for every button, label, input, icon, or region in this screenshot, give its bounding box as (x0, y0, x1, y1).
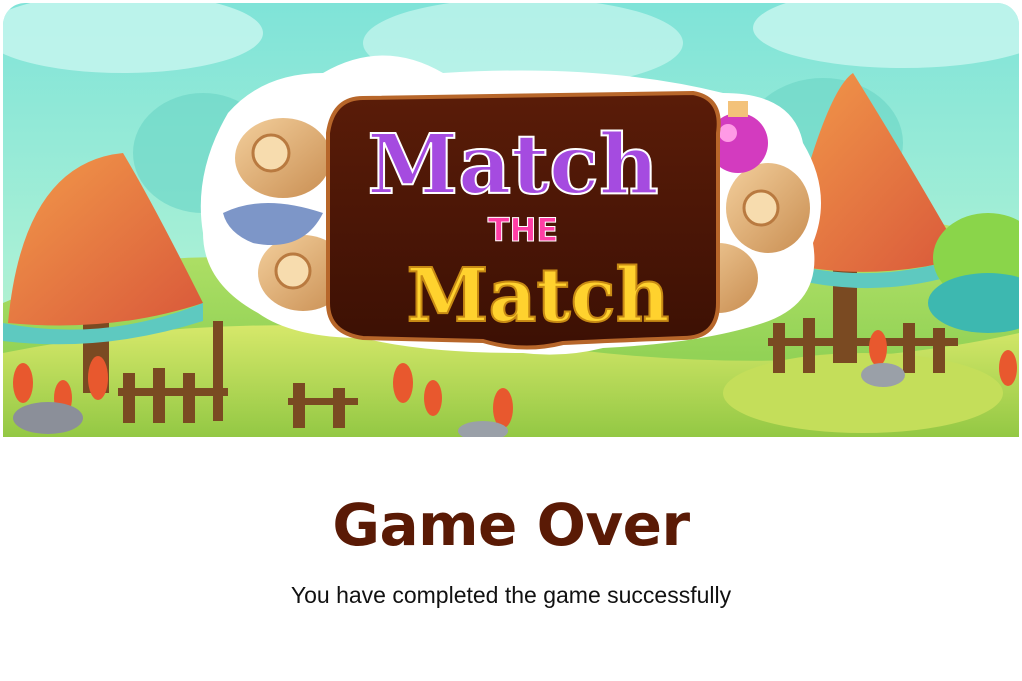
logo-word-mid: THE (488, 211, 558, 249)
game-over-card: Match THE Match Game Over You have compl… (0, 0, 1022, 681)
logo-word-bottom: Match (407, 253, 670, 339)
logo-word-top: Match (367, 117, 658, 213)
game-banner: Match THE Match (3, 3, 1019, 437)
banner-illustration: Match THE Match (3, 3, 1019, 437)
completion-message: You have completed the game successfully (290, 582, 732, 608)
game-over-title: Game Over (332, 491, 690, 559)
